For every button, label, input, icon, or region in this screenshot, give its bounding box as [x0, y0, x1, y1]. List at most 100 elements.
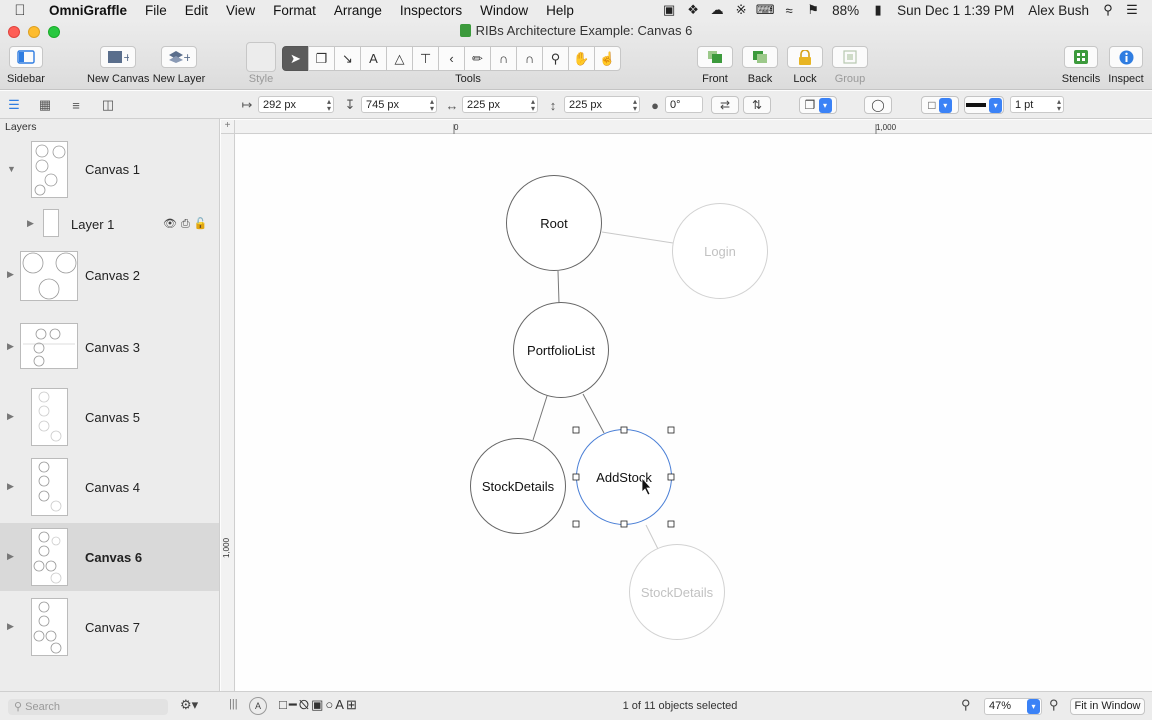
- disclosure-closed-icon[interactable]: ▶: [7, 269, 14, 280]
- menu-window[interactable]: Window: [471, 3, 537, 18]
- spotlight-search-icon[interactable]: ⚲: [1096, 2, 1120, 18]
- sidebar-item-canvas-7[interactable]: ▶ Canvas 7: [0, 595, 219, 659]
- auto-style-icon[interactable]: A: [249, 697, 267, 715]
- disclosure-closed-icon[interactable]: ▶: [27, 218, 34, 229]
- menu-edit[interactable]: Edit: [176, 3, 217, 18]
- shape-icon[interactable]: ❐: [308, 46, 335, 71]
- sidebar-item-canvas-2[interactable]: ▶ Canvas 2: [0, 247, 219, 307]
- dropbox-icon[interactable]: ❖: [681, 2, 705, 18]
- canvas-list-icon[interactable]: ◫: [99, 96, 117, 114]
- menu-view[interactable]: View: [217, 3, 264, 18]
- horizontal-ruler[interactable]: 0 1,000: [235, 120, 1152, 134]
- disclosure-closed-icon[interactable]: ▶: [7, 341, 14, 352]
- splitter-handle-icon[interactable]: |||: [229, 698, 238, 710]
- front-button[interactable]: [697, 46, 733, 68]
- edge-addstock-stockdetails[interactable]: [645, 524, 659, 550]
- edge-portfoliolist-stockdetails[interactable]: [532, 395, 548, 441]
- sidebar-item-canvas-3[interactable]: ▶ Canvas 3: [0, 317, 219, 379]
- text-icon[interactable]: A: [360, 46, 387, 71]
- sidebar-item-layer-1[interactable]: ▶ Layer 1 👁⎙🔓: [0, 207, 219, 241]
- canvas-view-icon[interactable]: ▦: [36, 96, 54, 114]
- shadow-popup[interactable]: ❐ ▾: [799, 96, 837, 114]
- resize-handle[interactable]: [620, 520, 628, 528]
- bluetooth-icon[interactable]: ※: [729, 2, 753, 18]
- back-icon[interactable]: ‹: [438, 46, 465, 71]
- ruler-origin-crosshair-icon[interactable]: +: [221, 120, 235, 134]
- outline-view-icon[interactable]: ≡: [67, 96, 85, 114]
- user-name[interactable]: Alex Bush: [1021, 3, 1096, 18]
- flag-icon[interactable]: ⚑: [801, 2, 825, 18]
- vertical-ruler[interactable]: 1,000: [221, 120, 235, 691]
- stroke-width-field[interactable]: 1 pt ▴ ▾: [1010, 96, 1064, 113]
- sidebar-button[interactable]: [9, 46, 43, 68]
- battery-percent[interactable]: 88%: [825, 3, 866, 18]
- pen-icon[interactable]: △: [386, 46, 413, 71]
- shape-type-button[interactable]: ◯: [864, 96, 892, 114]
- resize-handle[interactable]: [572, 473, 580, 481]
- chevron-down-icon[interactable]: ▾: [1027, 699, 1040, 714]
- node-stockdetails[interactable]: StockDetails: [470, 438, 566, 534]
- resize-handle[interactable]: [667, 426, 675, 434]
- width-field[interactable]: 225 px ▴ ▾: [462, 96, 538, 113]
- hand-icon[interactable]: ✋: [568, 46, 595, 71]
- disclosure-closed-icon[interactable]: ▶: [7, 481, 14, 492]
- sidebar-item-canvas-6[interactable]: ▶ Canvas 6: [0, 523, 219, 591]
- new-canvas-button[interactable]: +: [100, 46, 136, 68]
- sidebar-item-canvas-5[interactable]: ▶ Canvas 5: [0, 385, 219, 449]
- edge-portfoliolist-addstock[interactable]: [582, 393, 605, 434]
- stroke-color-popup[interactable]: ▾: [964, 96, 1004, 114]
- connect-icon[interactable]: ∩: [516, 46, 543, 71]
- clock[interactable]: Sun Dec 1 1:39 PM: [890, 3, 1021, 18]
- magnets-icon[interactable]: ⊞: [346, 697, 357, 716]
- node-login[interactable]: Login: [672, 203, 768, 299]
- resize-handle[interactable]: [667, 520, 675, 528]
- fill-popup[interactable]: □ ▾: [921, 96, 959, 114]
- magnet-icon[interactable]: ∩: [490, 46, 517, 71]
- layer-visibility-icons[interactable]: 👁⎙🔓: [163, 217, 211, 231]
- sidebar-search-input[interactable]: ⚲ Search: [8, 699, 168, 715]
- zoom-icon[interactable]: ⚲: [542, 46, 569, 71]
- style-button[interactable]: [246, 42, 276, 72]
- no-fill-icon[interactable]: □: [279, 697, 287, 716]
- node-stockdetails-faded[interactable]: StockDetails: [629, 544, 725, 640]
- zoom-out-icon[interactable]: ⚲: [961, 697, 971, 713]
- cloud-icon[interactable]: ☁: [705, 2, 729, 18]
- pointer-icon[interactable]: ➤: [282, 46, 309, 71]
- drawing-canvas[interactable]: Root Login PortfolioList StockDetails Ad…: [236, 135, 1152, 691]
- menu-file[interactable]: File: [136, 3, 176, 18]
- diagram-icon[interactable]: ⊤: [412, 46, 439, 71]
- new-layer-button[interactable]: +: [161, 46, 197, 68]
- fit-in-window-button[interactable]: Fit in Window: [1070, 698, 1145, 715]
- rotation-field[interactable]: 0°: [665, 96, 703, 113]
- node-portfoliolist[interactable]: PortfolioList: [513, 302, 609, 398]
- keyboard-icon[interactable]: ⌨: [753, 2, 777, 18]
- line-icon[interactable]: ↘: [334, 46, 361, 71]
- no-stroke-icon[interactable]: ⦰: [299, 697, 309, 716]
- inspect-button[interactable]: [1109, 46, 1143, 68]
- flip-vertical-button[interactable]: ⇅: [743, 96, 771, 114]
- circle-shape-icon[interactable]: ○: [325, 697, 333, 716]
- resize-handle[interactable]: [572, 426, 580, 434]
- style-brush-icon[interactable]: ✏: [464, 46, 491, 71]
- flip-horizontal-button[interactable]: ⇄: [711, 96, 739, 114]
- apple-menu-icon[interactable]: : [0, 2, 40, 19]
- sidebar-item-canvas-1[interactable]: ▼ Canvas 1: [0, 137, 219, 201]
- fill-color-icon[interactable]: ▣: [311, 697, 323, 716]
- height-field[interactable]: 225 px ▴ ▾: [564, 96, 640, 113]
- resize-handle[interactable]: [572, 520, 580, 528]
- quick-style-strip[interactable]: □ ━ ⦰ ▣ ○ A ⊞: [279, 697, 357, 716]
- text-style-icon[interactable]: A: [335, 697, 344, 716]
- gear-icon[interactable]: ⚙▾: [180, 697, 210, 715]
- disclosure-closed-icon[interactable]: ▶: [7, 621, 14, 632]
- resize-handle[interactable]: [620, 426, 628, 434]
- resize-handle[interactable]: [667, 473, 675, 481]
- layers-view-icon[interactable]: ☰: [5, 96, 23, 114]
- node-addstock[interactable]: AddStock: [576, 429, 672, 525]
- menu-help[interactable]: Help: [537, 3, 583, 18]
- line-style-icon[interactable]: ━: [289, 697, 297, 716]
- browse-icon[interactable]: ☝: [594, 46, 621, 71]
- edge-root-portfoliolist[interactable]: [557, 270, 560, 304]
- edge-root-login[interactable]: [601, 231, 674, 244]
- wifi-icon[interactable]: ≈: [777, 3, 801, 18]
- zoom-in-icon[interactable]: ⚲: [1049, 697, 1059, 713]
